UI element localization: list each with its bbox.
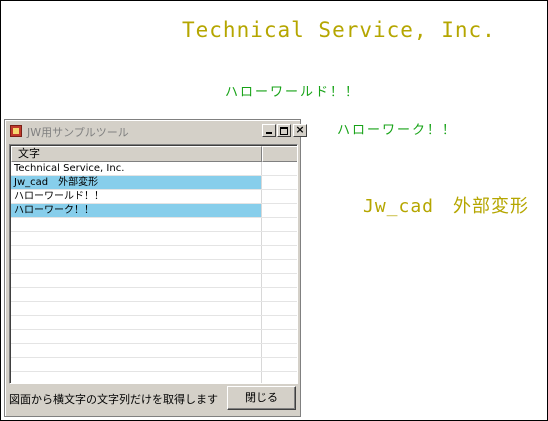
list-empty-cell — [11, 218, 261, 231]
column-header-text[interactable]: 文字 — [11, 146, 262, 162]
close-window-button[interactable]: × — [293, 123, 307, 137]
sample-tool-dialog: JW用サンプルツール × 文字 Technical Service, Inc. J… — [4, 119, 307, 417]
close-button[interactable]: 閉じる — [227, 386, 296, 410]
status-message: 図面から横文字の文字列だけを取得します — [9, 393, 218, 406]
list-item-text: ハローワールド！！ — [14, 191, 104, 202]
list-empty-cell — [11, 302, 261, 315]
list-empty-cell — [11, 344, 261, 357]
cad-text-hello-work: ハローワーク！！ — [337, 123, 458, 138]
list-item[interactable]: ハローワールド！！ — [11, 190, 297, 204]
cad-drawing-canvas[interactable]: Technical Service, Inc. ハローワールド！！ ハローワーク… — [0, 0, 548, 421]
list-empty-row — [11, 302, 297, 316]
close-icon: × — [295, 123, 305, 136]
list-empty-row — [11, 372, 297, 383]
dialog-title-bar[interactable]: JW用サンプルツール × — [6, 121, 307, 141]
list-rows: Technical Service, Inc. Jw_cad 外部変形 ハローワール… — [11, 162, 297, 383]
cad-text-hello-world: ハローワールド！！ — [225, 85, 361, 100]
list-empty-row — [11, 344, 297, 358]
cad-text-jwcad: Jw_cad 外部変形 — [363, 196, 530, 217]
list-item-text: Jw_cad 外部変形 — [11, 176, 261, 189]
list-empty-cell — [11, 288, 261, 301]
list-item[interactable]: Jw_cad 外部変形 — [11, 176, 297, 190]
list-empty-row — [11, 218, 297, 232]
cad-text-company: Technical Service, Inc. — [182, 18, 496, 42]
list-empty-row — [11, 274, 297, 288]
list-item[interactable]: Technical Service, Inc. — [11, 162, 297, 176]
list-empty-row — [11, 330, 297, 344]
list-empty-row — [11, 358, 297, 372]
list-empty-cell — [11, 246, 261, 259]
list-empty-cell — [11, 330, 261, 343]
list-empty-row — [11, 232, 297, 246]
column-header-extra[interactable] — [262, 146, 297, 162]
maximize-button[interactable] — [277, 124, 291, 137]
list-empty-row — [11, 316, 297, 330]
list-item-text: ハローワーク！！ — [11, 204, 261, 217]
minimize-button[interactable] — [262, 124, 276, 137]
list-empty-cell — [11, 358, 261, 371]
text-list-view[interactable]: 文字 Technical Service, Inc. Jw_cad 外部変形 ハロー… — [9, 144, 298, 384]
list-item[interactable]: ハローワーク！！ — [11, 204, 297, 218]
list-empty-cell — [11, 372, 261, 383]
list-item-text: Technical Service, Inc. — [14, 163, 125, 174]
dialog-title: JW用サンプルツール — [27, 126, 129, 139]
list-empty-cell — [11, 316, 261, 329]
app-icon[interactable] — [10, 125, 22, 137]
list-empty-row — [11, 288, 297, 302]
list-empty-cell — [11, 232, 261, 245]
list-empty-cell — [11, 260, 261, 273]
list-empty-row — [11, 260, 297, 274]
list-empty-row — [11, 246, 297, 260]
list-empty-cell — [11, 274, 261, 287]
